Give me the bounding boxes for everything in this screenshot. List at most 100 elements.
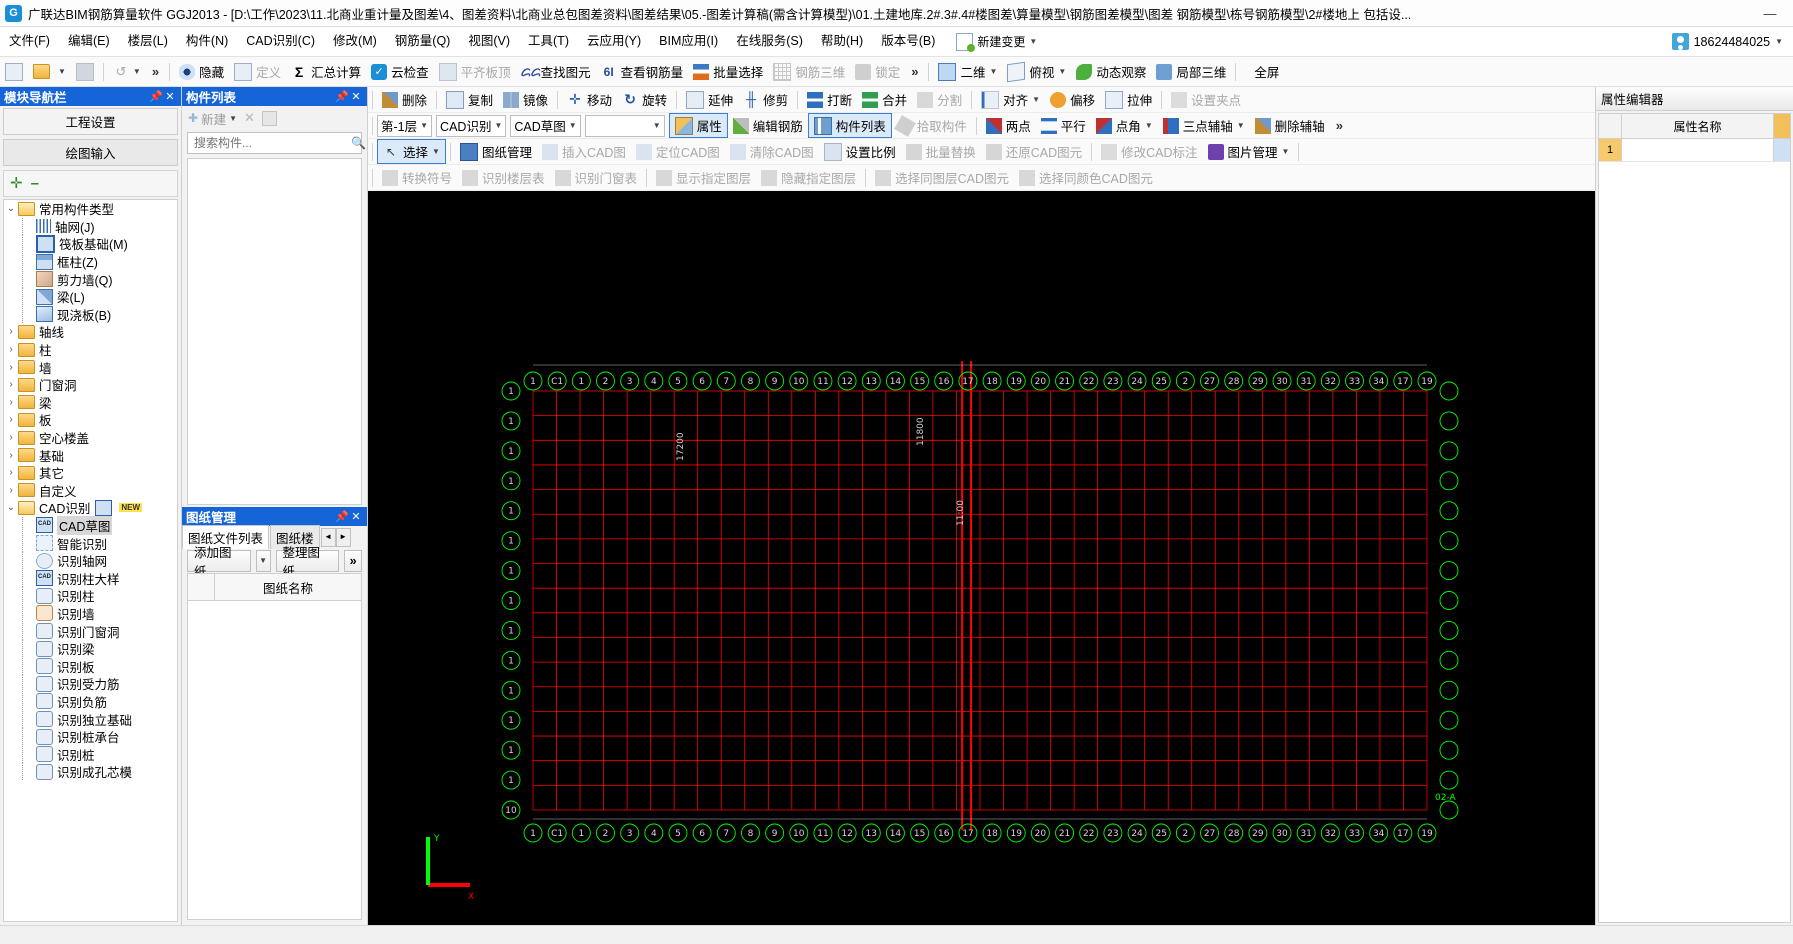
drawing-table[interactable]: 图纸名称 — [187, 573, 362, 920]
menu-item-view[interactable]: 视图(V) — [459, 27, 519, 56]
tree-item-30[interactable]: 识别桩承台 — [4, 728, 177, 746]
search-input[interactable] — [192, 135, 351, 151]
nav-button-draw-input[interactable]: 绘图输入 — [3, 139, 178, 166]
new-change-button[interactable]: 新建变更 ▼ — [956, 32, 1037, 52]
module-nav-tree[interactable]: ⌄ 常用构件类型 轴网(J) 筏板基础(M) 框柱(Z) 剪力墙(Q) 梁(L) 现浇板(B)… — [3, 199, 178, 922]
drawing-toolbar-overflow[interactable]: » — [344, 549, 362, 572]
tree-item-16[interactable]: › 自定义 — [4, 482, 177, 500]
tree-item-22[interactable]: 识别柱 — [4, 587, 177, 605]
new-file-button[interactable] — [0, 60, 28, 83]
menu-item-modify[interactable]: 修改(M) — [324, 27, 386, 56]
copy-component-button[interactable] — [261, 110, 277, 126]
tree-item-26[interactable]: 识别板 — [4, 657, 177, 675]
rebar-3d-button[interactable]: 钢筋三维 — [768, 60, 850, 83]
select-same-layer-button[interactable]: 选择同图层CAD图元 — [870, 166, 1014, 189]
chevron-right-icon[interactable]: › — [4, 432, 18, 443]
tree-item-24[interactable]: 识别门窗洞 — [4, 622, 177, 640]
hide-button[interactable]: 隐藏 — [174, 60, 229, 83]
nav-button-project-settings[interactable]: 工程设置 — [3, 108, 178, 135]
add-drawing-button[interactable]: 添加图纸 — [187, 546, 251, 579]
new-component-button[interactable]: ✚ 新建 ▼ — [188, 109, 237, 128]
trim-button[interactable]: ╫ 修剪 — [738, 88, 793, 111]
open-file-button[interactable]: ▼ — [28, 60, 71, 83]
user-account[interactable]: 18624484025 ▼ — [1671, 33, 1793, 50]
view-2d-button[interactable]: 二维 ▼ — [933, 60, 1002, 83]
tree-item-25[interactable]: 识别梁 — [4, 640, 177, 658]
recognize-door-window-table-button[interactable]: 识别门窗表 — [550, 166, 643, 189]
chevron-down-icon[interactable]: ⌄ — [4, 203, 18, 214]
tree-item-7[interactable]: › 轴线 — [4, 323, 177, 341]
menu-item-floor[interactable]: 楼层(L) — [119, 27, 177, 56]
tab-next-button[interactable]: ► — [335, 527, 351, 547]
minimize-button[interactable]: — — [1755, 6, 1785, 21]
menu-item-edit[interactable]: 编辑(E) — [59, 27, 119, 56]
component-type-select[interactable]: CAD草图 ▼ — [510, 114, 581, 137]
align-button[interactable]: 对齐 ▼ — [976, 88, 1045, 111]
component-search-row[interactable]: 🔍 — [187, 132, 366, 154]
tree-item-17[interactable]: ⌄ CAD识别 NEW — [4, 499, 177, 517]
image-manager-button[interactable]: 图片管理 ▼ — [1203, 140, 1295, 163]
menu-item-cad-recognize[interactable]: CAD识别(C) — [237, 27, 324, 56]
move-button[interactable]: ✛ 移动 — [562, 88, 617, 111]
tree-item-2[interactable]: 筏板基础(M) — [4, 234, 177, 253]
floor-select[interactable]: 第-1层 ▼ — [377, 114, 433, 137]
find-element-button[interactable]: ᝯᝯ 查找图元 — [516, 60, 596, 83]
split-button[interactable]: 分割 — [912, 88, 967, 111]
mirror-button[interactable]: 镜像 — [498, 88, 553, 111]
module-select[interactable]: CAD识别 ▼ — [436, 114, 507, 137]
tree-item-28[interactable]: 识别负筋 — [4, 692, 177, 711]
chevron-right-icon[interactable]: › — [4, 397, 18, 408]
tree-item-4[interactable]: 剪力墙(Q) — [4, 270, 177, 288]
chevron-right-icon[interactable]: › — [4, 450, 18, 461]
tree-item-32[interactable]: 识别成孔芯模 — [4, 763, 177, 781]
add-drawing-dropdown[interactable]: ▼ — [255, 549, 271, 572]
chevron-down-icon[interactable]: ▼ — [229, 114, 237, 123]
parallel-button[interactable]: 平行 — [1036, 114, 1091, 137]
top-view-button[interactable]: 俯视 ▼ — [1002, 60, 1071, 83]
pin-icon[interactable]: 📌 — [335, 510, 349, 523]
property-row-name[interactable] — [1622, 139, 1773, 161]
three-point-aux-axis-button[interactable]: 三点辅轴 ▼ — [1158, 114, 1250, 137]
tree-item-15[interactable]: › 其它 — [4, 464, 177, 482]
menu-item-tools[interactable]: 工具(T) — [519, 27, 578, 56]
batch-select-button[interactable]: 批量选择 — [688, 60, 768, 83]
select-same-color-button[interactable]: 选择同颜色CAD图元 — [1014, 166, 1158, 189]
tree-item-11[interactable]: › 梁 — [4, 394, 177, 412]
cad-drawing-canvas[interactable]: 1 C1 1 2 3 4 5 6 7 8 9 10 11 12 13 14 15 16 17 18 19 20 21 22 23… — [368, 191, 1595, 925]
chevron-right-icon[interactable]: › — [4, 362, 18, 373]
tree-item-8[interactable]: › 柱 — [4, 341, 177, 359]
chevron-right-icon[interactable]: › — [4, 485, 18, 496]
undo-button[interactable]: ↺ ▼ — [108, 60, 146, 83]
flatten-slab-button[interactable]: 平齐板顶 — [434, 60, 516, 83]
chevron-down-icon[interactable]: ▼ — [432, 147, 440, 156]
chevron-down-icon[interactable]: ▼ — [133, 67, 141, 76]
menu-item-cloud-app[interactable]: 云应用(Y) — [578, 27, 650, 56]
collapse-all-icon[interactable]: – — [31, 176, 39, 191]
select-button[interactable]: ↖ 选择 ▼ — [377, 139, 446, 164]
chevron-right-icon[interactable]: › — [4, 326, 18, 337]
pick-component-button[interactable]: 拾取构件 — [892, 114, 972, 137]
view-rebar-button[interactable]: 6Ɩ 查看钢筋量 — [596, 60, 689, 83]
tree-item-10[interactable]: › 门窗洞 — [4, 376, 177, 394]
tree-item-9[interactable]: › 墙 — [4, 358, 177, 376]
chevron-down-icon[interactable]: ▼ — [1032, 95, 1040, 104]
tree-item-6[interactable]: 现浇板(B) — [4, 305, 177, 324]
set-grip-button[interactable]: 设置夹点 — [1166, 88, 1246, 111]
show-layer-button[interactable]: 显示指定图层 — [651, 166, 756, 189]
quickbar-overflow-button[interactable]: » — [146, 64, 165, 79]
point-angle-button[interactable]: 点角 ▼ — [1091, 114, 1158, 137]
menu-item-component[interactable]: 构件(N) — [177, 27, 237, 56]
expand-all-icon[interactable]: ✛ — [10, 176, 23, 191]
delete-component-button[interactable]: ✕ — [244, 110, 255, 126]
pin-icon[interactable]: 📌 — [335, 90, 349, 103]
offset-button[interactable]: 偏移 — [1045, 88, 1100, 111]
merge-button[interactable]: 合并 — [857, 88, 912, 111]
lock-button[interactable]: 锁定 — [850, 60, 905, 83]
save-button[interactable] — [71, 60, 99, 83]
rotate-button[interactable]: ↻ 旋转 — [617, 88, 672, 111]
tree-item-29[interactable]: 识别独立基础 — [4, 710, 177, 728]
tree-item-0[interactable]: ⌄ 常用构件类型 — [4, 200, 177, 218]
tree-item-19[interactable]: 智能识别 — [4, 534, 177, 552]
chevron-down-icon[interactable]: ▼ — [1058, 67, 1066, 76]
set-scale-button[interactable]: 设置比例 — [819, 140, 901, 163]
